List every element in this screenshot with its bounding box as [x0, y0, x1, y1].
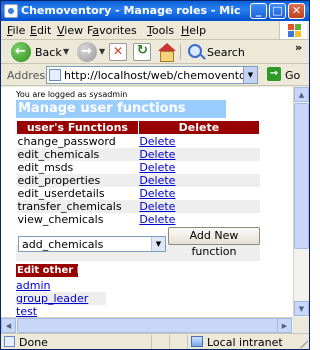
scroll-left-icon[interactable]: ◀ — [1, 318, 16, 333]
function-name: edit_userdetails — [17, 187, 105, 200]
page-status-icon — [4, 336, 15, 347]
delete-link[interactable]: Delete — [139, 187, 175, 200]
menu-help[interactable]: Help — [181, 24, 206, 37]
forward-history-chevron-icon[interactable]: ▼ — [99, 47, 105, 56]
table-row: edit_userdetails Delete — [17, 187, 260, 200]
function-name: edit_msds — [17, 161, 74, 174]
delete-link[interactable]: Delete — [139, 148, 175, 161]
search-icon[interactable] — [188, 44, 202, 58]
function-select[interactable]: add_chemicals ▼ — [18, 236, 166, 252]
add-new-function-button[interactable]: Add New function — [168, 227, 260, 258]
menu-favorites[interactable]: Favorites — [87, 24, 137, 37]
menu-edit[interactable]: Edit — [30, 24, 51, 37]
toolbar-overflow-chevron[interactable]: » — [295, 41, 302, 54]
function-name: edit_properties — [16, 174, 139, 187]
role-link-admin[interactable]: admin — [16, 279, 106, 292]
forward-button[interactable]: → — [77, 42, 97, 62]
home-icon[interactable] — [156, 43, 176, 62]
minimize-button[interactable]: _ — [250, 3, 267, 19]
maximize-button[interactable]: □ — [269, 3, 286, 19]
scroll-right-icon[interactable]: ▶ — [277, 318, 292, 333]
title-bar: Chemoventory - Manage roles - Microsoft … — [1, 1, 309, 21]
close-button[interactable]: ✕ — [288, 3, 305, 19]
function-name: change_password — [17, 135, 116, 148]
roles-section-title: Edit other Roles — [16, 264, 78, 277]
intranet-zone-icon — [191, 336, 203, 347]
menu-bar: File Edit View Favorites Tools Help — [1, 21, 309, 40]
toolbar: ← Back ▼ → ▼ Search » — [1, 40, 309, 64]
menu-view[interactable]: View — [57, 24, 83, 37]
go-button[interactable]: Go — [285, 69, 300, 82]
address-dropdown-icon[interactable]: ▼ — [243, 67, 257, 83]
functions-column-header: user's Functions — [16, 120, 139, 135]
status-divider — [187, 335, 188, 349]
page-viewport: You are logged as sysadmin Manage user f… — [1, 87, 293, 317]
select-dropdown-icon[interactable]: ▼ — [151, 237, 165, 251]
window-title: Chemoventory - Manage roles - Microsoft … — [21, 4, 241, 17]
delete-column-header: Delete — [137, 120, 261, 135]
function-name: edit_chemicals — [16, 148, 139, 161]
back-history-chevron-icon[interactable]: ▼ — [63, 47, 69, 56]
horizontal-scrollbar[interactable]: ◀ ▶ — [1, 317, 293, 333]
security-zone-text: Local intranet — [207, 336, 283, 349]
resize-grip[interactable] — [298, 338, 308, 348]
address-bar: Address http://localhost/web/chemoventor… — [1, 64, 309, 86]
go-arrow-icon[interactable]: → — [267, 67, 281, 81]
refresh-icon[interactable] — [133, 43, 151, 61]
scroll-down-icon[interactable]: ▼ — [294, 301, 309, 316]
delete-link[interactable]: Delete — [139, 200, 175, 213]
function-name: transfer_chemicals — [16, 200, 139, 213]
function-name: view_chemicals — [17, 213, 104, 226]
delete-link[interactable]: Delete — [139, 174, 175, 187]
vertical-scroll-thumb[interactable] — [294, 103, 309, 249]
back-button[interactable]: ← — [11, 42, 31, 62]
stop-icon[interactable] — [109, 43, 127, 61]
search-label[interactable]: Search — [207, 46, 245, 59]
table-row: edit_properties Delete — [16, 174, 260, 187]
address-url[interactable]: http://localhost/web/chemoventory/manage… — [64, 69, 257, 82]
logged-in-text: You are logged as sysadmin — [16, 90, 128, 99]
address-input[interactable]: http://localhost/web/chemoventory/manage… — [46, 66, 258, 84]
address-label: Address — [7, 69, 51, 82]
windows-logo-icon — [279, 21, 307, 39]
scroll-up-icon[interactable]: ▲ — [294, 87, 309, 102]
status-divider — [169, 335, 170, 349]
table-row: view_chemicals Delete — [17, 213, 260, 226]
table-row: change_password Delete — [17, 135, 260, 148]
back-label[interactable]: Back — [35, 46, 62, 59]
menu-tools[interactable]: Tools — [147, 24, 174, 37]
browser-window: Chemoventory - Manage roles - Microsoft … — [0, 0, 310, 350]
delete-link[interactable]: Delete — [139, 213, 175, 226]
table-row: edit_msds Delete — [17, 161, 260, 174]
back-arrow-icon: ← — [15, 44, 26, 59]
function-select-value: add_chemicals — [22, 238, 104, 251]
status-divider — [151, 335, 152, 349]
page-title: Manage user functions — [16, 100, 226, 118]
status-bar: Done Local intranet — [1, 333, 309, 349]
role-link-test[interactable]: test — [16, 305, 106, 317]
delete-link[interactable]: Delete — [139, 161, 175, 174]
horizontal-scroll-thumb[interactable] — [17, 318, 279, 333]
functions-table: user's Functions Delete change_password … — [16, 120, 261, 226]
toolbar-separator — [180, 44, 181, 60]
table-row: transfer_chemicals Delete — [16, 200, 260, 213]
role-link-group-leader[interactable]: group_leader — [16, 292, 106, 305]
menu-file[interactable]: File — [7, 24, 25, 37]
table-row: edit_chemicals Delete — [16, 148, 260, 161]
page-icon — [49, 69, 61, 81]
ie-app-icon[interactable] — [4, 4, 18, 18]
delete-link[interactable]: Delete — [139, 135, 175, 148]
status-text: Done — [19, 336, 48, 349]
vertical-scrollbar[interactable]: ▲ ▼ — [293, 87, 309, 317]
forward-arrow-icon: → — [81, 44, 92, 59]
